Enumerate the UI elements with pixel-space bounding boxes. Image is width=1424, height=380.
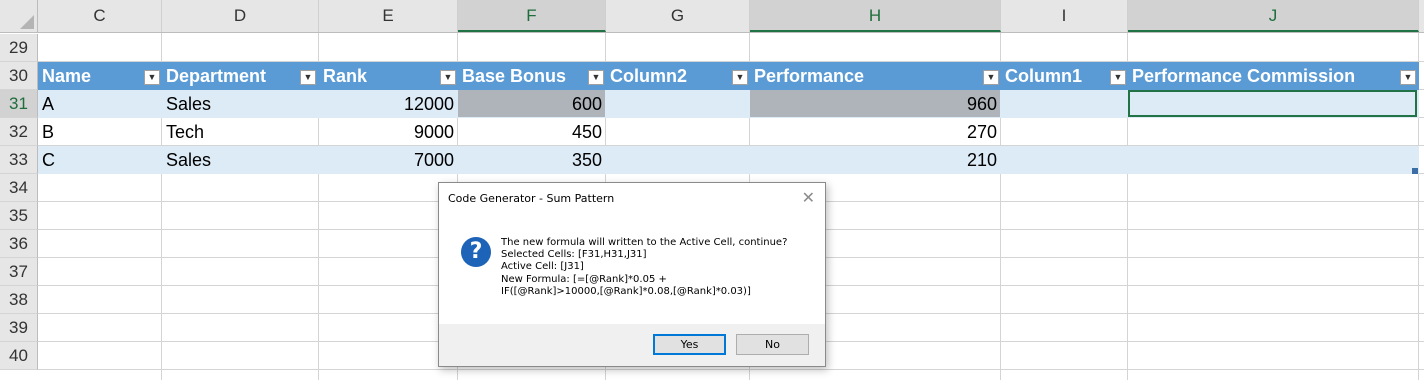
column-header-e[interactable]: E: [319, 0, 458, 32]
cell-j33[interactable]: [1128, 146, 1419, 174]
dialog-message: The new formula will written to the Acti…: [501, 237, 787, 298]
select-all-corner[interactable]: [0, 0, 38, 32]
row-header-36[interactable]: 36: [0, 230, 38, 258]
dropdown-arrow-icon[interactable]: ▼: [300, 70, 316, 85]
row-header-39[interactable]: 39: [0, 314, 38, 342]
row-header-35[interactable]: 35: [0, 202, 38, 230]
cell-g33[interactable]: [606, 146, 750, 174]
cell-f32[interactable]: 450: [458, 118, 606, 146]
row-header-33[interactable]: 33: [0, 146, 38, 174]
column-header-j[interactable]: J: [1128, 0, 1419, 32]
message-line: The new formula will written to the Acti…: [501, 237, 788, 248]
table-header-performance-commission[interactable]: Performance Commission: [1128, 62, 1419, 90]
table-header-base-bonus[interactable]: Base Bonus: [458, 62, 606, 90]
dialog-footer: Yes No: [439, 324, 825, 366]
cell-c32[interactable]: B: [38, 118, 162, 146]
table-header-column1[interactable]: Column1: [1001, 62, 1128, 90]
cell-i32[interactable]: [1001, 118, 1128, 146]
dropdown-arrow-icon[interactable]: ▼: [588, 70, 604, 85]
column-header-g[interactable]: G: [606, 0, 750, 32]
message-line: IF([@Rank]>10000,[@Rank]*0.08,[@Rank]*0.…: [501, 285, 751, 297]
close-icon[interactable]: ✕: [802, 188, 815, 207]
dropdown-arrow-icon[interactable]: ▼: [144, 70, 160, 85]
dropdown-arrow-icon[interactable]: ▼: [1400, 70, 1416, 85]
row-header-37[interactable]: 37: [0, 258, 38, 286]
row-header-32[interactable]: 32: [0, 118, 38, 146]
dropdown-arrow-icon[interactable]: ▼: [440, 70, 456, 85]
cell-e33[interactable]: 7000: [319, 146, 458, 174]
cell-f31[interactable]: 600: [458, 90, 606, 118]
cell-c31[interactable]: A: [38, 90, 162, 118]
table-header-performance[interactable]: Performance: [750, 62, 1001, 90]
table-header-department[interactable]: Department: [162, 62, 319, 90]
select-all-triangle-icon: [20, 15, 34, 29]
cell-d31[interactable]: Sales: [162, 90, 319, 118]
question-icon: ?: [461, 237, 491, 267]
row-header-30[interactable]: 30: [0, 62, 38, 90]
column-header-h[interactable]: H: [750, 0, 1001, 32]
cell-e31[interactable]: 12000: [319, 90, 458, 118]
cell-c33[interactable]: C: [38, 146, 162, 174]
cell-d32[interactable]: Tech: [162, 118, 319, 146]
cell-g31[interactable]: [606, 90, 750, 118]
message-line: Selected Cells: [F31,H31,J31]: [501, 249, 647, 261]
cell-j32[interactable]: [1128, 118, 1419, 146]
column-header-i[interactable]: I: [1001, 0, 1128, 32]
cell-i31[interactable]: [1001, 90, 1128, 118]
message-line: Active Cell: [J31]: [501, 261, 584, 273]
dropdown-arrow-icon[interactable]: ▼: [1110, 70, 1126, 85]
code-generator-dialog: Code Generator - Sum Pattern ✕ ? The new…: [438, 182, 826, 367]
column-header-f[interactable]: F: [458, 0, 606, 32]
row-header-38[interactable]: 38: [0, 286, 38, 314]
no-button[interactable]: No: [736, 334, 809, 355]
row-header-40[interactable]: 40: [0, 342, 38, 370]
message-line: New Formula: [=[@Rank]*0.05 +: [501, 273, 667, 285]
yes-button[interactable]: Yes: [653, 334, 726, 355]
dropdown-arrow-icon[interactable]: ▼: [983, 70, 999, 85]
cell-h33[interactable]: 210: [750, 146, 1001, 174]
row-header-29[interactable]: 29: [0, 34, 38, 62]
dialog-title: Code Generator - Sum Pattern: [448, 192, 615, 205]
table-header-column2[interactable]: Column2: [606, 62, 750, 90]
cell-d33[interactable]: Sales: [162, 146, 319, 174]
cell-e32[interactable]: 9000: [319, 118, 458, 146]
grid-line: [38, 369, 1424, 370]
column-header-d[interactable]: D: [162, 0, 319, 32]
cell-h31[interactable]: 960: [750, 90, 1001, 118]
table-header-rank[interactable]: Rank: [319, 62, 458, 90]
cell-g32[interactable]: [606, 118, 750, 146]
table-resize-handle[interactable]: [1412, 168, 1418, 174]
cell-f33[interactable]: 350: [458, 146, 606, 174]
active-cell-j31[interactable]: [1128, 90, 1417, 117]
row-header-31[interactable]: 31: [0, 90, 38, 118]
cell-i33[interactable]: [1001, 146, 1128, 174]
column-header-c[interactable]: C: [38, 0, 162, 32]
row-header-34[interactable]: 34: [0, 174, 38, 202]
dropdown-arrow-icon[interactable]: ▼: [732, 70, 748, 85]
cell-h32[interactable]: 270: [750, 118, 1001, 146]
